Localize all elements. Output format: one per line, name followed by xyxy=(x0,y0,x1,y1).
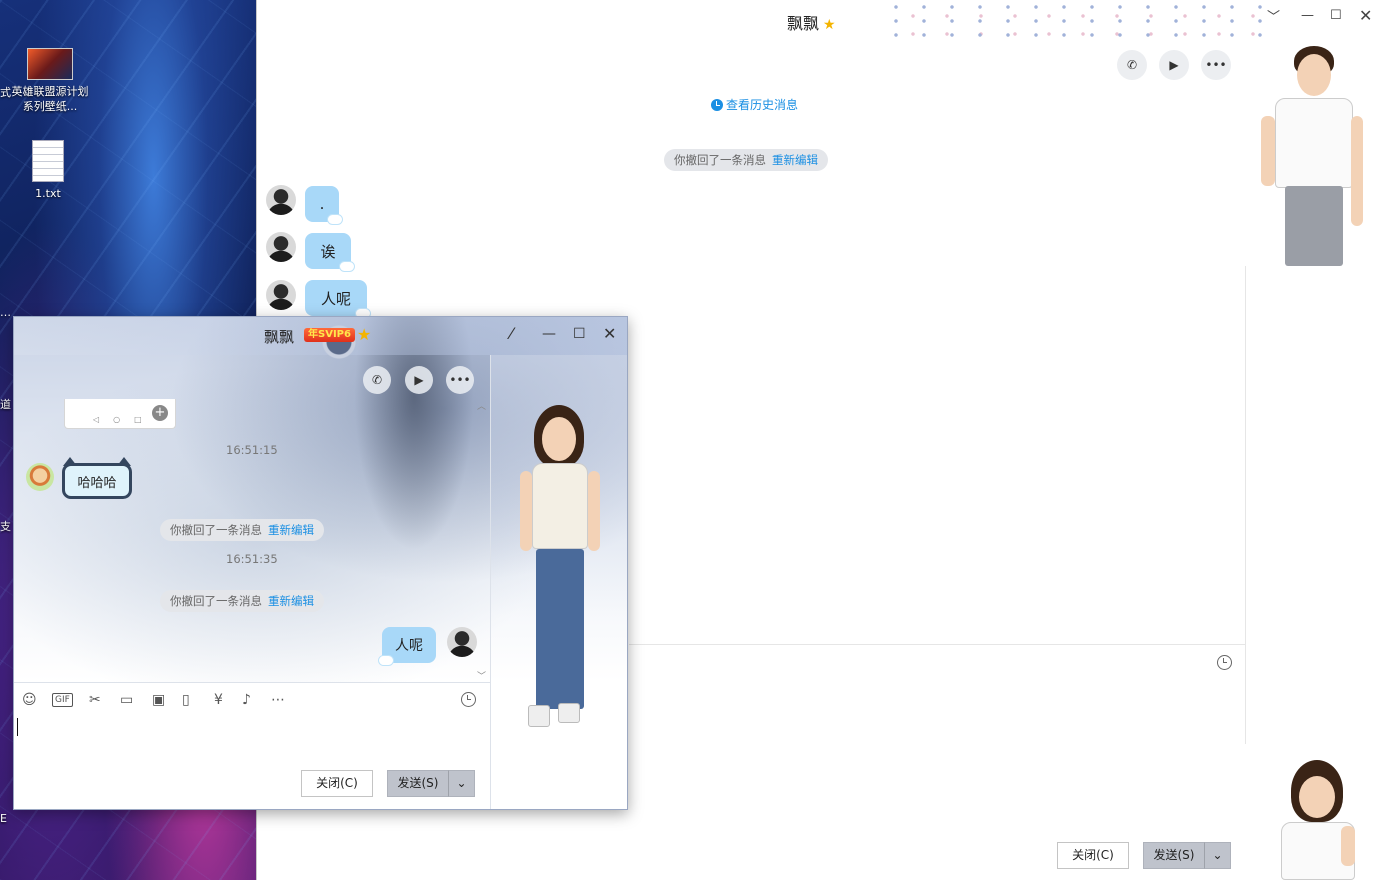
recall-notice: 你撤回了一条消息 重新编辑 xyxy=(160,519,324,541)
close-window-button[interactable]: ✕ xyxy=(603,324,616,343)
video-icon: ▶ xyxy=(1169,58,1179,72)
minimize-button[interactable]: — xyxy=(542,326,556,342)
skin-brush-icon[interactable]: ⁄ xyxy=(510,324,513,343)
chevron-down-icon: ⌄ xyxy=(1212,848,1223,862)
message-text: 诶 xyxy=(320,242,336,261)
message-bubble[interactable]: . xyxy=(305,186,343,225)
close-window-button[interactable]: ✕ xyxy=(1359,6,1372,25)
desktop-edge-text: … xyxy=(0,306,11,319)
desktop-edge-text: 式 xyxy=(0,86,11,99)
message-history-clock-icon[interactable] xyxy=(461,692,476,707)
star-icon: ★ xyxy=(357,325,372,344)
close-button[interactable]: 关闭(C) xyxy=(1057,842,1129,869)
desktop-icon-wallpaper[interactable]: 英雄联盟源计划系列壁纸... xyxy=(10,48,90,114)
phone-icon: ✆ xyxy=(371,373,383,387)
voice-call-button[interactable]: ✆ xyxy=(1117,50,1147,80)
message-history-clock-icon[interactable] xyxy=(1217,655,1232,670)
video-icon: ▶ xyxy=(414,373,424,387)
scissors-icon[interactable]: ✂ xyxy=(89,691,101,709)
vip-medal-icon xyxy=(316,319,362,365)
more-icon: ••• xyxy=(1205,58,1227,72)
timestamp: 16:51:35 xyxy=(226,552,278,566)
reedit-link[interactable]: 重新编辑 xyxy=(268,594,314,608)
scroll-down-icon[interactable]: ﹀ xyxy=(477,669,486,682)
more-options-button[interactable]: ••• xyxy=(446,366,474,394)
send-button[interactable]: 发送(S) xyxy=(387,770,449,797)
input-divider xyxy=(14,682,490,683)
chevron-down-icon[interactable]: ﹀ xyxy=(1267,6,1280,25)
text-file-icon xyxy=(32,140,64,182)
music-icon[interactable]: ♪ xyxy=(242,691,251,709)
desktop-edge-text: 支 xyxy=(0,520,11,533)
gif-icon[interactable]: GIF xyxy=(52,693,73,707)
contact-show-figure xyxy=(514,405,604,735)
recall-notice: 你撤回了一条消息 重新编辑 xyxy=(160,590,324,612)
recall-text: 你撤回了一条消息 xyxy=(170,523,262,537)
voice-call-button[interactable]: ✆ xyxy=(363,366,391,394)
avatar[interactable] xyxy=(266,280,296,310)
message-bubble[interactable]: 哈哈哈 xyxy=(62,457,132,499)
phone-icon: ✆ xyxy=(1126,58,1138,72)
history-link-label: 查看历史消息 xyxy=(726,98,799,112)
clock-icon xyxy=(711,99,723,111)
desktop-icon-label: 1.txt xyxy=(35,187,61,200)
close-button[interactable]: 关闭(C) xyxy=(301,770,373,797)
folder-icon[interactable]: ▭ xyxy=(120,691,133,709)
desktop-icon-label: 英雄联盟源计划系列壁纸... xyxy=(11,85,89,113)
send-options-button[interactable]: ⌄ xyxy=(448,770,475,797)
chevron-down-icon: ⌄ xyxy=(456,776,467,790)
view-history-link[interactable]: 查看历史消息 xyxy=(711,96,798,113)
message-text: 人呢 xyxy=(395,638,423,654)
desktop-edge-text: E xyxy=(0,812,7,825)
minimize-button[interactable]: — xyxy=(1301,8,1314,23)
emoji-icon[interactable]: ☺ xyxy=(22,691,37,709)
title-decoration xyxy=(882,0,1262,42)
contact-name: 飘飘 xyxy=(787,14,820,33)
message-text: . xyxy=(319,195,325,213)
contact-show-figure xyxy=(1255,46,1365,266)
main-window-title: 飘飘 ★ xyxy=(787,10,836,34)
zoom-in-icon[interactable]: + xyxy=(152,405,168,421)
avatar[interactable] xyxy=(266,232,296,262)
more-icon: ••• xyxy=(449,373,471,387)
video-call-button[interactable]: ▶ xyxy=(405,366,433,394)
message-text: 人呢 xyxy=(320,289,351,308)
reedit-link[interactable]: 重新编辑 xyxy=(772,153,818,167)
avatar[interactable] xyxy=(447,627,477,657)
send-button[interactable]: 发送(S) xyxy=(1143,842,1205,869)
message-bubble[interactable]: 人呢 xyxy=(305,280,371,319)
message-bubble[interactable]: 诶 xyxy=(305,233,355,272)
timestamp: 16:51:15 xyxy=(226,443,278,457)
avatar[interactable] xyxy=(266,185,296,215)
recall-notice: 你撤回了一条消息 重新编辑 xyxy=(664,149,828,171)
message-bubble[interactable]: 人呢 xyxy=(378,627,436,666)
reedit-link[interactable]: 重新编辑 xyxy=(268,523,314,537)
desktop-edge-text: 道 xyxy=(0,398,11,411)
desktop-icon-txt-file[interactable]: 1.txt xyxy=(8,140,88,201)
maximize-button[interactable]: ☐ xyxy=(1330,8,1342,23)
small-window-title: 飘飘 xyxy=(264,328,295,346)
self-show-figure xyxy=(1269,760,1369,880)
image-icon[interactable]: ▣ xyxy=(152,691,165,709)
recall-text: 你撤回了一条消息 xyxy=(170,594,262,608)
recall-text: 你撤回了一条消息 xyxy=(674,153,766,167)
more-tools-icon[interactable]: ⋯ xyxy=(271,691,285,709)
more-options-button[interactable]: ••• xyxy=(1201,50,1231,80)
star-icon: ★ xyxy=(823,17,836,33)
red-packet-icon[interactable]: ¥ xyxy=(214,691,223,709)
send-options-button[interactable]: ⌄ xyxy=(1204,842,1231,869)
thumbnail-nav: ◁○□ xyxy=(93,415,156,424)
message-input[interactable] xyxy=(14,712,490,767)
message-text: 哈哈哈 xyxy=(77,475,117,491)
small-chat-window: 飘飘 年SVIP6 ★ ⁄ — ☐ ✕ ✆ ▶ ••• ◁○□ + ︿ 16:5… xyxy=(13,316,628,810)
shake-icon[interactable]: ▯ xyxy=(182,691,190,709)
panel-divider xyxy=(1245,266,1246,744)
scroll-up-icon[interactable]: ︿ xyxy=(477,399,486,412)
wallpaper-thumbnail xyxy=(27,48,73,80)
input-divider xyxy=(629,644,1245,645)
video-call-button[interactable]: ▶ xyxy=(1159,50,1189,80)
maximize-button[interactable]: ☐ xyxy=(573,326,586,342)
avatar[interactable] xyxy=(26,463,54,491)
svip-badge[interactable]: 年SVIP6 xyxy=(304,328,355,342)
